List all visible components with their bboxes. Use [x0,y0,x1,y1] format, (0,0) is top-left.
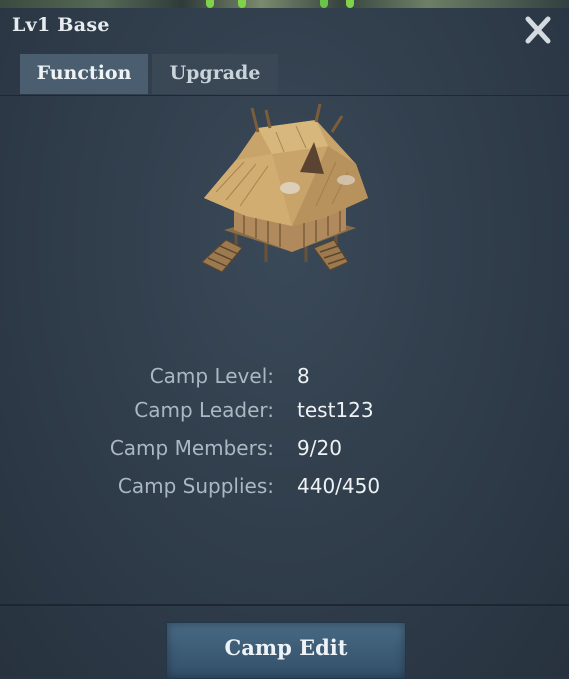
camp-level-label: Camp Level: [149,364,274,388]
camp-supplies-label: Camp Supplies: [117,474,274,498]
camp-level-value: 8 [297,364,310,388]
tab-divider [0,95,569,96]
close-icon [525,16,551,44]
camp-members-label: Camp Members: [109,436,274,460]
base-info-panel: Lv1 Base Function Upgrade Camp Level: 8 … [0,8,569,679]
tab-function[interactable]: Function [20,54,148,94]
world-marker-icon [346,0,354,8]
thatched-hut-base-icon [201,103,368,273]
world-marker-icon [206,0,214,8]
camp-leader-value: test123 [297,398,374,422]
camp-members-value: 9/20 [297,436,342,460]
camp-leader-row: Camp Leader: test123 [0,398,569,430]
tab-upgrade[interactable]: Upgrade [152,54,278,94]
camp-supplies-value: 440/450 [297,474,381,498]
camp-edit-button[interactable]: Camp Edit [166,622,406,679]
camp-level-row: Camp Level: 8 [0,364,569,396]
world-marker-icon [320,0,328,8]
footer-divider [0,604,569,606]
panel-title: Lv1 Base [12,14,110,36]
close-button[interactable] [520,14,556,46]
camp-leader-label: Camp Leader: [134,398,274,422]
world-marker-icon [238,0,246,8]
camp-members-row: Camp Members: 9/20 [0,436,569,468]
title-bar: Lv1 Base [0,8,569,48]
camp-supplies-row: Camp Supplies: 440/450 [0,474,569,506]
background-game-world [0,0,569,8]
